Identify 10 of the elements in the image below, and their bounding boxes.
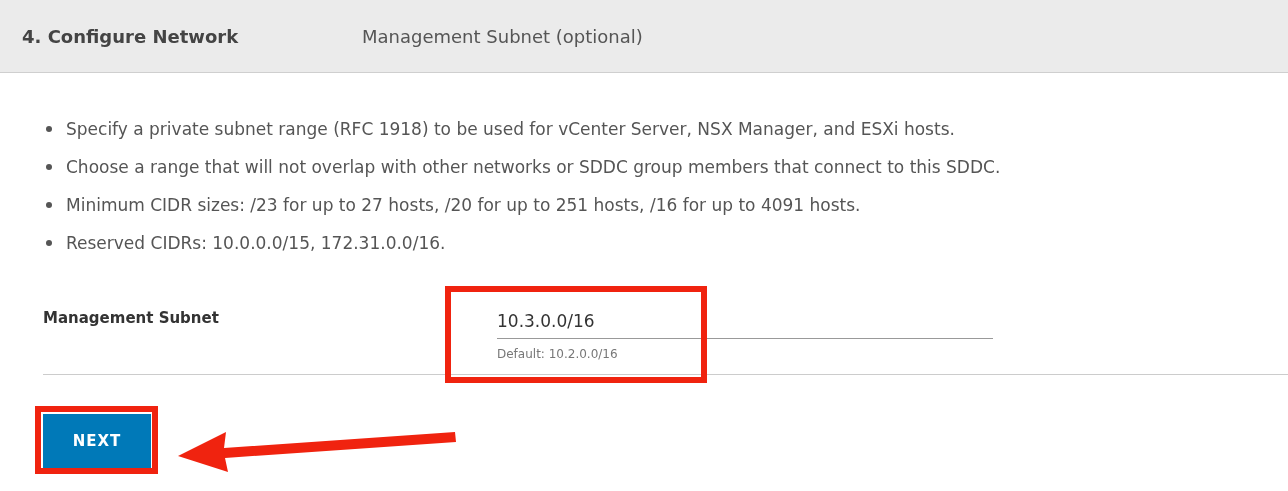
step-title: 4. Configure Network bbox=[22, 24, 240, 49]
subnet-input-field[interactable]: 10.3.0.0/16 bbox=[497, 303, 993, 339]
bullet-text: Specify a private subnet range (RFC 1918) to be used for vCenter Server, NSX Manager, and ESXi hosts. bbox=[66, 118, 955, 141]
bullet-text: Choose a range that will not overlap with other networks or SDDC group members that connect to this SDDC. bbox=[66, 156, 1001, 179]
helper-text: Default: 10.2.0.0/16 bbox=[497, 346, 619, 363]
bullet-text: Minimum CIDR sizes: /23 for up to 27 hosts, /20 for up to 251 hosts, /16 for up to 4091 hosts. bbox=[66, 194, 861, 217]
field-label: Management Subnet bbox=[43, 308, 220, 329]
next-button[interactable]: NEXT bbox=[43, 414, 151, 468]
section-title: Management Subnet (optional) bbox=[362, 24, 643, 49]
bullet-text: Reserved CIDRs: 10.0.0.0/15, 172.31.0.0/16. bbox=[66, 232, 446, 255]
